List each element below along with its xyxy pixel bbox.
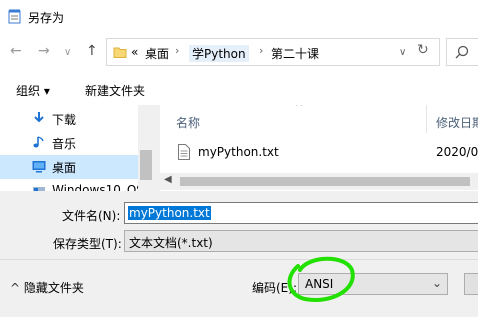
table-row[interactable]: myPython.txt 2020/0 bbox=[170, 141, 478, 165]
encoding-value: ANSI bbox=[305, 277, 334, 291]
navigation-pane[interactable]: 下载 音乐 桌面 Windows10_OS bbox=[0, 105, 154, 191]
text-file-icon bbox=[178, 144, 190, 160]
search-input[interactable] bbox=[446, 38, 478, 66]
sidebar-item-music[interactable]: 音乐 bbox=[0, 131, 138, 155]
navigation-bar: ← → ∨ ↑ « 桌面 › 学Python › 第二十课 ∨ ↻ bbox=[0, 33, 478, 73]
sidebar-item-label: Windows10_OS bbox=[52, 183, 144, 191]
breadcrumb-separator-icon[interactable]: › bbox=[259, 44, 263, 57]
notepad-icon bbox=[8, 9, 21, 24]
up-button[interactable]: ↑ bbox=[86, 43, 98, 59]
breadcrumb-overflow[interactable]: « bbox=[131, 45, 138, 59]
file-list[interactable]: ^ 名称 修改日期 myPython.txt 2020/0 ◀ bbox=[160, 105, 478, 191]
filetype-value: 文本文档(*.txt) bbox=[129, 236, 213, 250]
divider bbox=[0, 259, 478, 260]
drive-icon bbox=[33, 187, 45, 191]
organize-button[interactable]: 组织 ▾ bbox=[16, 82, 50, 99]
window-title: 另存为 bbox=[28, 11, 65, 25]
command-bar: 组织 ▾ 新建文件夹 bbox=[0, 73, 478, 105]
chevron-down-icon: ⌄ bbox=[431, 276, 442, 290]
title-bar: 另存为 bbox=[0, 0, 478, 33]
encoding-label: 编码(E): bbox=[252, 281, 297, 295]
sidebar-item-label: 桌面 bbox=[52, 161, 77, 175]
filetype-label: 保存类型(T): bbox=[53, 237, 122, 251]
chevron-up-icon: ^ bbox=[10, 281, 24, 295]
sidebar-item-label: 下载 bbox=[52, 113, 77, 127]
forward-button[interactable]: → bbox=[38, 43, 50, 59]
address-bar[interactable]: « 桌面 › 学Python › 第二十课 ∨ ↻ bbox=[106, 38, 440, 66]
sidebar-scrollbar[interactable] bbox=[138, 105, 154, 191]
scroll-left-icon[interactable]: ◀ bbox=[164, 174, 172, 185]
filename-field[interactable]: myPython.txt bbox=[124, 202, 478, 224]
column-divider[interactable] bbox=[426, 105, 427, 133]
breadcrumb-lesson20[interactable]: 第二十课 bbox=[271, 45, 319, 62]
filetype-select[interactable]: 文本文档(*.txt) bbox=[124, 230, 478, 252]
folder-icon bbox=[113, 47, 127, 58]
file-name: myPython.txt bbox=[198, 145, 279, 159]
filename-label: 文件名(N): bbox=[62, 209, 121, 223]
sidebar-item-windows10-os[interactable]: Windows10_OS bbox=[0, 179, 144, 191]
refresh-button[interactable]: ↻ bbox=[417, 42, 429, 58]
sidebar-item-downloads[interactable]: 下载 bbox=[0, 107, 138, 131]
sidebar-item-desktop[interactable]: 桌面 bbox=[0, 155, 138, 179]
music-icon bbox=[33, 136, 44, 148]
sidebar-item-label: 音乐 bbox=[52, 137, 77, 151]
column-header-modified[interactable]: 修改日期 bbox=[436, 114, 478, 131]
search-icon bbox=[455, 45, 469, 59]
address-dropdown-icon[interactable]: ∨ bbox=[399, 47, 406, 58]
download-icon bbox=[34, 112, 44, 123]
breadcrumb-separator-icon[interactable]: › bbox=[175, 44, 179, 57]
breadcrumb-desktop[interactable]: 桌面 bbox=[145, 45, 169, 62]
column-header-name[interactable]: 名称 bbox=[176, 114, 200, 131]
scrollbar-thumb[interactable] bbox=[140, 150, 152, 180]
save-button[interactable] bbox=[464, 273, 478, 295]
hide-folders-button[interactable]: ^ 隐藏文件夹 bbox=[10, 279, 84, 296]
recent-locations-button[interactable]: ∨ bbox=[64, 47, 71, 58]
new-folder-button[interactable]: 新建文件夹 bbox=[85, 82, 145, 99]
hide-folders-label: 隐藏文件夹 bbox=[23, 281, 84, 295]
filename-value[interactable]: myPython.txt bbox=[128, 206, 211, 220]
scrollbar-thumb[interactable] bbox=[180, 177, 470, 186]
sort-ascending-icon: ^ bbox=[295, 105, 304, 113]
back-button[interactable]: ← bbox=[10, 43, 22, 59]
desktop-icon bbox=[32, 161, 46, 173]
breadcrumb-python[interactable]: 学Python bbox=[189, 45, 249, 62]
horizontal-scrollbar[interactable]: ◀ bbox=[160, 173, 478, 190]
save-form: 文件名(N): myPython.txt 保存类型(T): 文本文档(*.txt… bbox=[0, 191, 478, 317]
file-modified-date: 2020/0 bbox=[436, 145, 478, 159]
encoding-select[interactable]: ANSI ⌄ bbox=[298, 273, 448, 295]
